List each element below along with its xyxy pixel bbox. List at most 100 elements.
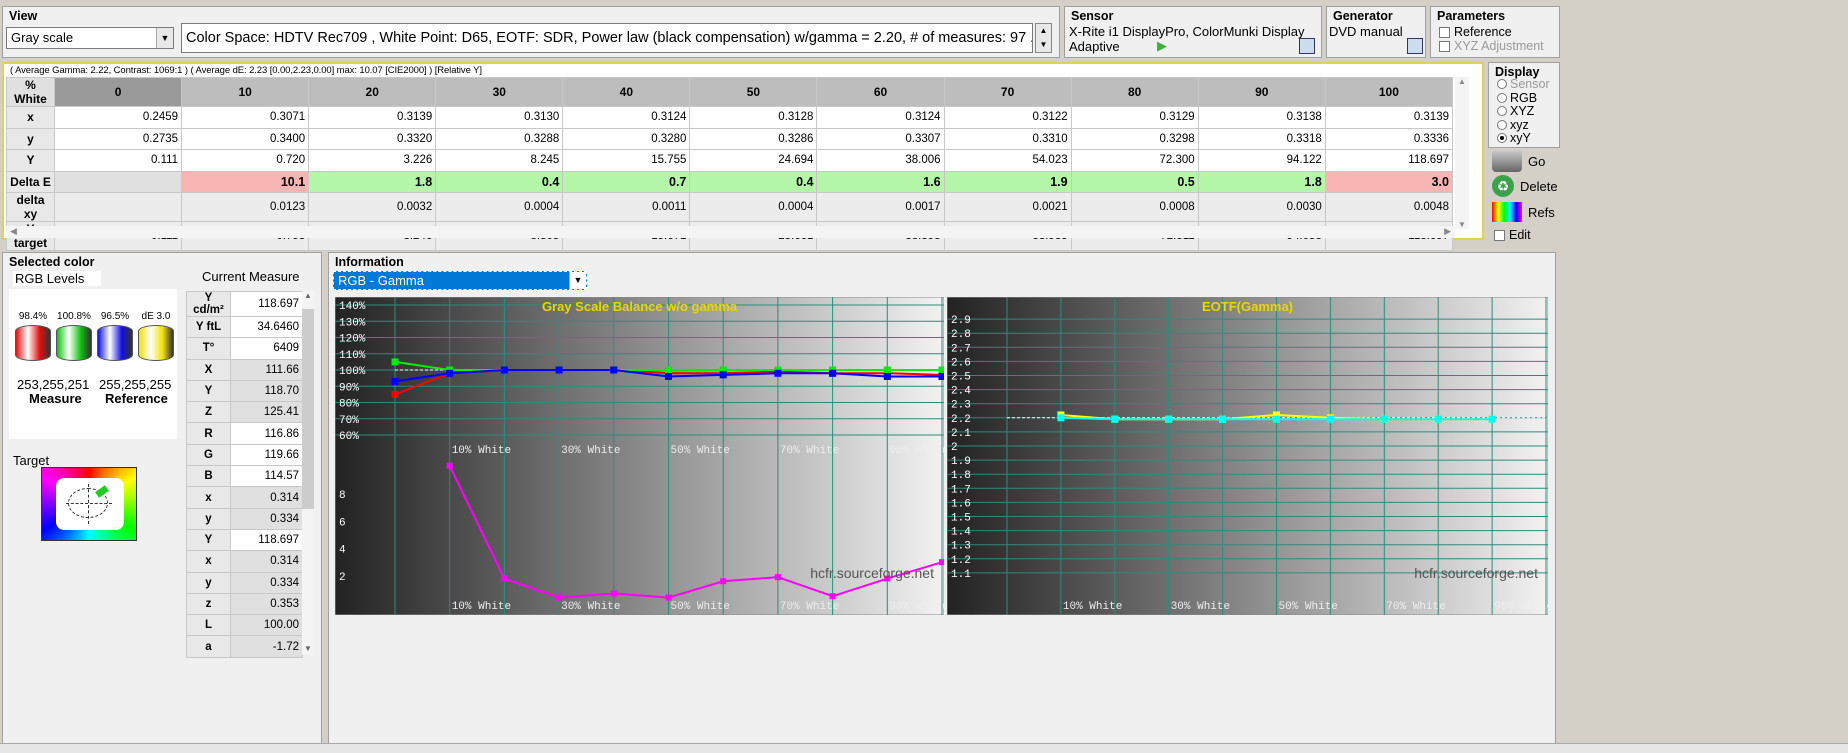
table-cell[interactable]: 0.3320	[308, 127, 437, 150]
go-button[interactable]: Go	[1492, 150, 1545, 172]
selected-color-group: Selected color RGB Levels Current Measur…	[2, 252, 322, 748]
table-cell[interactable]: 0.3288	[435, 127, 564, 150]
grid-col-header[interactable]: 30	[435, 77, 564, 107]
series-point	[938, 373, 944, 380]
table-cell[interactable]: 0.3124	[816, 106, 945, 129]
view-mode-select[interactable]: Gray scale ▼	[6, 27, 174, 49]
table-cell[interactable]: 0.0123	[181, 192, 310, 222]
grid-col-header[interactable]: 70	[943, 77, 1072, 107]
table-cell[interactable]: 0.5	[1070, 170, 1199, 193]
table-cell[interactable]: 15.755	[562, 149, 691, 172]
table-cell[interactable]: 0.3139	[308, 106, 437, 129]
table-cell[interactable]: 38.006	[816, 149, 945, 172]
table-cell[interactable]: 0.0004	[435, 192, 564, 222]
table-cell[interactable]: 0.111	[53, 149, 183, 172]
table-cell[interactable]: 0.0004	[689, 192, 818, 222]
play-icon[interactable]: ▶	[1157, 38, 1167, 54]
table-cell[interactable]: 0.720	[181, 149, 310, 172]
grid-col-header[interactable]: 100	[1324, 77, 1454, 107]
table-cell[interactable]: 0.3071	[181, 106, 310, 129]
sensor-config-icon[interactable]	[1299, 38, 1315, 54]
watermark-text: hcfr.sourceforge.net	[1414, 565, 1538, 581]
refs-button[interactable]: Refs	[1492, 202, 1555, 222]
display-option-xyy[interactable]: xyY	[1497, 131, 1531, 145]
table-cell[interactable]: 8.245	[435, 149, 564, 172]
y-tick-label: 90%	[339, 382, 359, 394]
table-cell[interactable]: 0.0008	[1070, 192, 1199, 222]
display-option-rgb[interactable]: RGB	[1497, 91, 1537, 105]
checkbox-icon[interactable]	[1439, 26, 1450, 38]
table-cell[interactable]: 0.3286	[689, 127, 818, 150]
table-cell[interactable]: 0.3336	[1324, 127, 1454, 150]
table-cell[interactable]: 0.3280	[562, 127, 691, 150]
table-cell[interactable]: 1.8	[1197, 170, 1326, 193]
table-cell[interactable]: 0.3138	[1197, 106, 1326, 129]
radio-icon[interactable]	[1497, 79, 1507, 89]
color-space-info[interactable]: Color Space: HDTV Rec709 , White Point: …	[181, 23, 1033, 53]
table-cell[interactable]: 0.3307	[816, 127, 945, 150]
chevron-down-icon[interactable]: ▼	[156, 28, 173, 48]
radio-icon[interactable]	[1497, 106, 1507, 116]
table-cell[interactable]: 0.3318	[1197, 127, 1326, 150]
radio-icon[interactable]	[1497, 119, 1507, 130]
display-option-xyz[interactable]: xyz	[1497, 118, 1529, 132]
table-cell[interactable]: 0.3139	[1324, 106, 1454, 129]
delete-button[interactable]: ♻ Delete	[1492, 175, 1558, 197]
table-cell[interactable]: 0.0017	[816, 192, 945, 222]
table-cell[interactable]: 3.226	[308, 149, 437, 172]
grid-col-header[interactable]: 50	[689, 77, 818, 107]
chevron-down-icon[interactable]: ▼	[569, 272, 586, 289]
edit-checkbox[interactable]: Edit	[1494, 228, 1531, 242]
table-cell[interactable]: 118.697	[1324, 149, 1454, 172]
table-cell[interactable]: 0.3122	[943, 106, 1072, 129]
grid-col-header[interactable]: 90	[1197, 77, 1326, 107]
grid-col-header[interactable]: 80	[1070, 77, 1199, 107]
table-cell[interactable]: 0.3124	[562, 106, 691, 129]
table-cell[interactable]: 0.3130	[435, 106, 564, 129]
table-cell[interactable]: 0.2459	[53, 106, 183, 129]
table-cell[interactable]: 0.3310	[943, 127, 1072, 150]
table-cell[interactable]: 0.0048	[1324, 192, 1454, 222]
table-cell[interactable]: 1.6	[816, 170, 945, 193]
table-cell[interactable]: 72.300	[1070, 149, 1199, 172]
measure-scrollbar[interactable]: ▲ ▼	[302, 291, 314, 655]
grid-col-header[interactable]: 20	[308, 77, 437, 107]
table-cell[interactable]: 0.0032	[308, 192, 437, 222]
display-option-sensor[interactable]: Sensor	[1497, 77, 1550, 91]
table-cell[interactable]	[53, 170, 183, 193]
grid-col-header[interactable]: 0	[53, 77, 183, 107]
table-cell[interactable]: 1.9	[943, 170, 1072, 193]
grid-col-header[interactable]: 10	[181, 77, 310, 107]
vertical-scrollbar[interactable]: ▲ ▼	[1455, 77, 1469, 229]
table-cell[interactable]: 0.2735	[53, 127, 183, 150]
measure-value: 111.66	[230, 358, 303, 381]
table-cell[interactable]: 1.8	[308, 170, 437, 193]
grid-col-header[interactable]: 60	[816, 77, 945, 107]
table-cell[interactable]: 0.3128	[689, 106, 818, 129]
table-cell[interactable]: 0.3129	[1070, 106, 1199, 129]
table-cell[interactable]: 0.3298	[1070, 127, 1199, 150]
table-cell[interactable]: 0.4	[435, 170, 564, 193]
table-cell[interactable]: 0.0021	[943, 192, 1072, 222]
generator-config-icon[interactable]	[1407, 38, 1423, 54]
checkbox-icon[interactable]	[1494, 229, 1505, 241]
chart-type-select[interactable]: RGB - Gamma ▼	[333, 271, 587, 290]
table-cell[interactable]: 0.0030	[1197, 192, 1326, 222]
table-cell[interactable]: 10.1	[181, 170, 310, 193]
info-spinner[interactable]: ▲ ▼	[1035, 23, 1052, 53]
horizontal-scrollbar[interactable]: ◀ ▶	[6, 226, 1455, 238]
table-cell[interactable]: 94.122	[1197, 149, 1326, 172]
table-cell[interactable]: 24.694	[689, 149, 818, 172]
table-cell[interactable]: 0.0011	[562, 192, 691, 222]
table-cell[interactable]	[53, 192, 183, 222]
radio-icon[interactable]	[1497, 133, 1507, 143]
table-cell[interactable]: 3.0	[1324, 170, 1454, 193]
table-cell[interactable]: 0.7	[562, 170, 691, 193]
display-option-xyz[interactable]: XYZ	[1497, 104, 1534, 118]
table-cell[interactable]: 54.023	[943, 149, 1072, 172]
reference-checkbox[interactable]: Reference	[1439, 25, 1512, 39]
table-cell[interactable]: 0.4	[689, 170, 818, 193]
table-cell[interactable]: 0.3400	[181, 127, 310, 150]
radio-icon[interactable]	[1497, 92, 1507, 103]
grid-col-header[interactable]: 40	[562, 77, 691, 107]
